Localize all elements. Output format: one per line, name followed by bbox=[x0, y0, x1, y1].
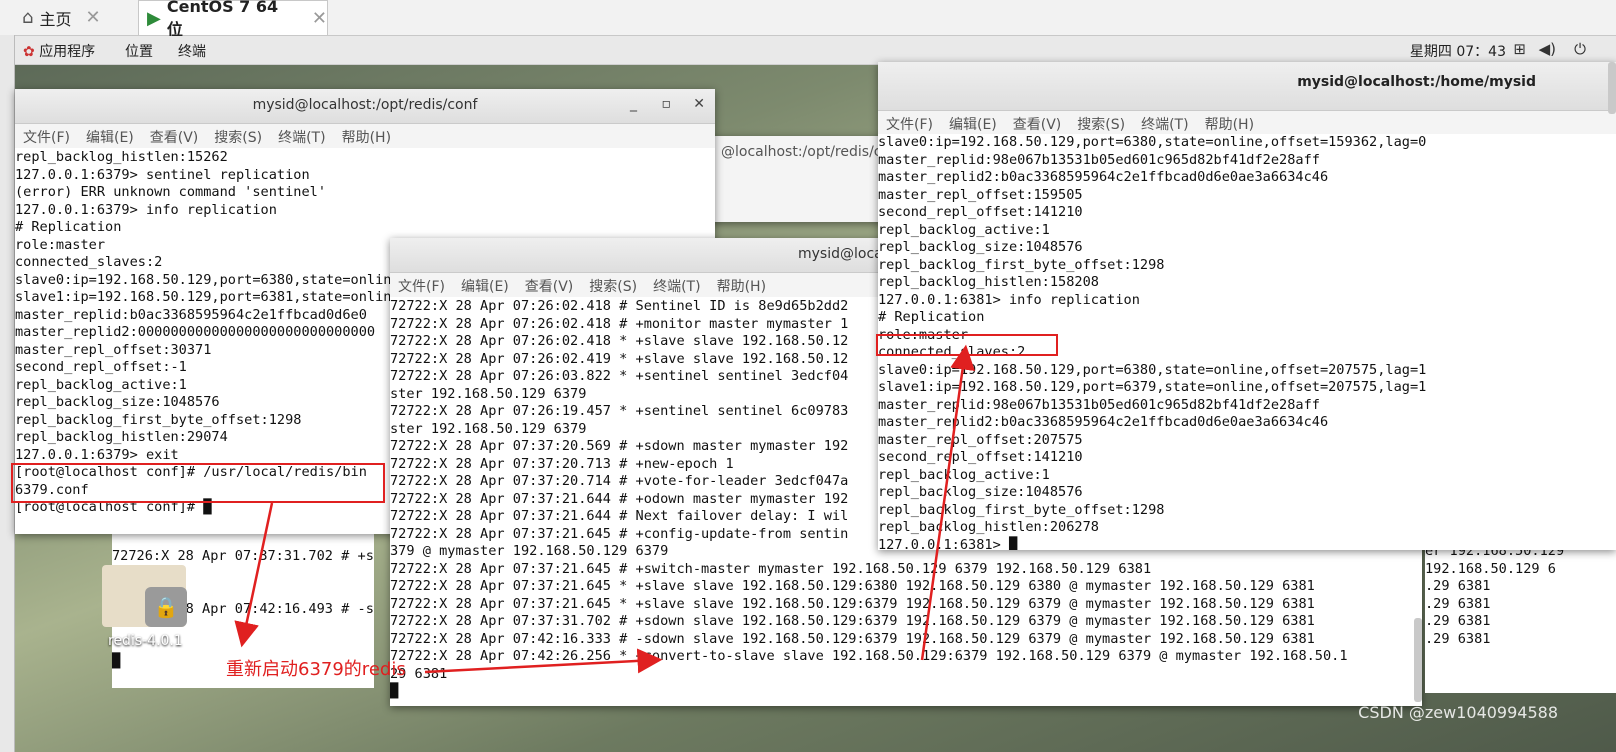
close-icon[interactable]: ✕ bbox=[693, 96, 705, 112]
menu-help[interactable]: 帮助(H) bbox=[1205, 114, 1254, 134]
menu-file[interactable]: 文件(F) bbox=[886, 114, 933, 134]
terminal-line: repl_backlog_active:1 bbox=[878, 221, 1050, 238]
terminal-line-fragment: .29 6381 bbox=[1425, 578, 1491, 594]
terminal-menubar: 文件(F) 编辑(E) 查看(V) 搜索(S) 终端(T) 帮助(H) bbox=[15, 124, 715, 148]
power-icon[interactable]: ⏻ bbox=[1574, 40, 1586, 58]
terminal-line: 72722:X 28 Apr 07:37:21.645 # +switch-ma… bbox=[390, 560, 1152, 577]
scrollbar[interactable] bbox=[1414, 618, 1422, 702]
vm-tab-bar: ⌂ 主页 ✕ ▶ CentOS 7 64 位 ✕ bbox=[0, 0, 1616, 39]
terminal-line: 72722:X 28 Apr 07:37:21.645 * +slave sla… bbox=[390, 595, 1315, 612]
menu-terminal[interactable]: 终端(T) bbox=[653, 276, 700, 296]
terminal-menu[interactable]: 终端 bbox=[178, 41, 206, 61]
terminal-line: repl_backlog_histlen:15262 bbox=[15, 149, 228, 165]
watermark: CSDN @zew1040994588 bbox=[1358, 703, 1558, 722]
window-titlebar[interactable]: mysid@localhost:/opt/redis/conf _ ▫ ✕ bbox=[15, 89, 715, 124]
menu-edit[interactable]: 编辑(E) bbox=[949, 114, 997, 134]
terminal-line: 127.0.0.1:6379> info replication bbox=[15, 201, 277, 218]
terminal-line: 127.0.0.1:6381> info replication bbox=[878, 291, 1140, 308]
scrollbar[interactable] bbox=[1608, 62, 1616, 114]
menu-terminal[interactable]: 终端(T) bbox=[278, 127, 325, 147]
menu-view[interactable]: 查看(V) bbox=[150, 127, 199, 147]
menu-file[interactable]: 文件(F) bbox=[23, 127, 70, 147]
terminal-line: █ bbox=[390, 683, 399, 699]
window-title: mysid@localhost:/home/mysid bbox=[1297, 74, 1536, 90]
terminal-line: repl_backlog_first_byte_offset:1298 bbox=[878, 256, 1165, 273]
terminal-line-fragment: .29 6381 bbox=[1425, 595, 1491, 612]
clock[interactable]: 星期四 07：43 bbox=[1410, 41, 1506, 61]
terminal-line: repl_backlog_active:1 bbox=[878, 466, 1050, 483]
tab-home[interactable]: ⌂ 主页 ✕ bbox=[22, 0, 132, 35]
terminal-line-fragment: 192.168.50.129 6 bbox=[1425, 560, 1556, 577]
menu-search[interactable]: 搜索(S) bbox=[1077, 114, 1125, 134]
terminal-line: repl_backlog_first_byte_offset:1298 bbox=[878, 501, 1165, 518]
menu-search[interactable]: 搜索(S) bbox=[589, 276, 637, 296]
folder-label: redis-4.0.1 bbox=[108, 633, 183, 649]
terminal-line: slave0:ip=192.168.50.129,port=6380,state… bbox=[878, 361, 1427, 378]
terminal-line: 72726:X 28 Apr 07:37:31.702 # +s bbox=[112, 548, 374, 564]
network-icon[interactable]: ⊞ bbox=[1513, 40, 1526, 58]
terminal-line: 72722:X 28 Apr 07:37:21.645 * +slave sla… bbox=[390, 578, 1315, 594]
terminal-line: master_replid2:b0ac3368595964c2e1ffbcad0… bbox=[878, 414, 1329, 430]
maximize-icon[interactable]: ▫ bbox=[662, 96, 672, 112]
menu-search[interactable]: 搜索(S) bbox=[214, 127, 262, 147]
terminal-line: 72722:X 28 Apr 07:42:26.256 * +convert-t… bbox=[390, 648, 1348, 664]
places-menu[interactable]: 位置 bbox=[125, 41, 153, 61]
terminal-line: 29 6381 bbox=[390, 665, 448, 682]
terminal-line: second_repl_offset:141210 bbox=[878, 449, 1083, 465]
highlight-connected-slaves bbox=[876, 334, 1058, 356]
menu-edit[interactable]: 编辑(E) bbox=[461, 276, 509, 296]
window-title: @localhost:/opt/redis/co bbox=[721, 144, 891, 160]
menu-file[interactable]: 文件(F) bbox=[398, 276, 445, 296]
close-icon[interactable]: ✕ bbox=[85, 7, 100, 28]
terminal-line: master_replid:98e067b13531b05ed601c965d8… bbox=[878, 151, 1320, 168]
terminal-line: (error) ERR unknown command 'sentinel' bbox=[15, 184, 326, 200]
terminal-line: slave1:ip=192.168.50.129,port=6379,state… bbox=[878, 379, 1427, 395]
tab-centos-vm[interactable]: ▶ CentOS 7 64 位 ✕ bbox=[138, 0, 328, 39]
terminal-line: 72722:X 28 Apr 07:42:16.333 # -sdown sla… bbox=[390, 630, 1315, 647]
terminal-line: repl_backlog_histlen:206278 bbox=[878, 519, 1099, 535]
gnome-top-bar: ✿ 应用程序 位置 终端 星期四 07：43 ⊞ ◀) ⏻ bbox=[15, 36, 1616, 65]
host-side-strip bbox=[0, 35, 15, 752]
menu-view[interactable]: 查看(V) bbox=[1013, 114, 1062, 134]
menu-edit[interactable]: 编辑(E) bbox=[86, 127, 134, 147]
volume-icon[interactable]: ◀) bbox=[1539, 40, 1556, 58]
terminal-line: second_repl_offset:141210 bbox=[878, 204, 1083, 220]
tab-home-label: 主页 bbox=[39, 9, 72, 29]
terminal-line-fragment: .29 6381 bbox=[1425, 613, 1491, 629]
terminal-line: # Replication bbox=[878, 309, 985, 325]
terminal-line: # Replication bbox=[15, 219, 122, 235]
terminal-line: slave0:ip=192.168.50.129,port=6380,state… bbox=[878, 134, 1427, 150]
terminal-line: repl_backlog_histlen:158208 bbox=[878, 274, 1099, 290]
menu-terminal[interactable]: 终端(T) bbox=[1141, 114, 1188, 134]
terminal-window-redis-6381[interactable]: mysid@localhost:/home/mysid 文件(F) 编辑(E) 查看… bbox=[878, 62, 1616, 550]
terminal-line: master_repl_offset:159505 bbox=[878, 186, 1083, 203]
apps-icon: ✿ bbox=[23, 44, 35, 60]
terminal-menubar: 文件(F) 编辑(E) 查看(V) 搜索(S) 终端(T) 帮助(H) bbox=[878, 111, 1616, 135]
home-icon: ⌂ bbox=[22, 7, 34, 28]
terminal-line: master_replid2:b0ac3368595964c2e1ffbcad0… bbox=[878, 169, 1329, 185]
minimize-icon[interactable]: _ bbox=[630, 96, 637, 112]
lock-icon: 🔒 bbox=[145, 587, 187, 627]
applications-menu[interactable]: ✿ 应用程序 bbox=[23, 41, 95, 61]
tab-vm-label: CentOS 7 64 位 bbox=[166, 0, 279, 39]
menu-help[interactable]: 帮助(H) bbox=[717, 276, 766, 296]
terminal-line: repl_backlog_size:1048576 bbox=[878, 239, 1083, 255]
terminal-line: 127.0.0.1:6379> sentinel replication bbox=[15, 166, 310, 183]
close-icon[interactable]: ✕ bbox=[312, 8, 327, 29]
behind-terminal-fragments: er 192.168.50.129 192.168.50.129 6.29 638… bbox=[1425, 543, 1616, 693]
highlight-restart-command bbox=[11, 463, 385, 503]
terminal-line: master_replid:98e067b13531b05ed601c965d8… bbox=[878, 396, 1320, 413]
window-title: mysid@localhost:/opt/redis/conf bbox=[252, 97, 478, 113]
terminal-line: repl_backlog_size:1048576 bbox=[878, 484, 1083, 500]
menu-help[interactable]: 帮助(H) bbox=[342, 127, 391, 147]
terminal-line: 127.0.0.1:6381> █ bbox=[878, 536, 1018, 551]
terminal-line: 72722:X 28 Apr 07:37:31.702 # +sdown sla… bbox=[390, 613, 1315, 629]
window-titlebar[interactable]: mysid@localhost:/home/mysid bbox=[878, 62, 1616, 111]
menu-view[interactable]: 查看(V) bbox=[525, 276, 574, 296]
annotation-label: 重新启动6379的redis bbox=[226, 659, 406, 680]
terminal-line-fragment: .29 6381 bbox=[1425, 630, 1491, 647]
terminal-line: master_repl_offset:207575 bbox=[878, 431, 1083, 448]
vm-icon: ▶ bbox=[147, 7, 161, 29]
